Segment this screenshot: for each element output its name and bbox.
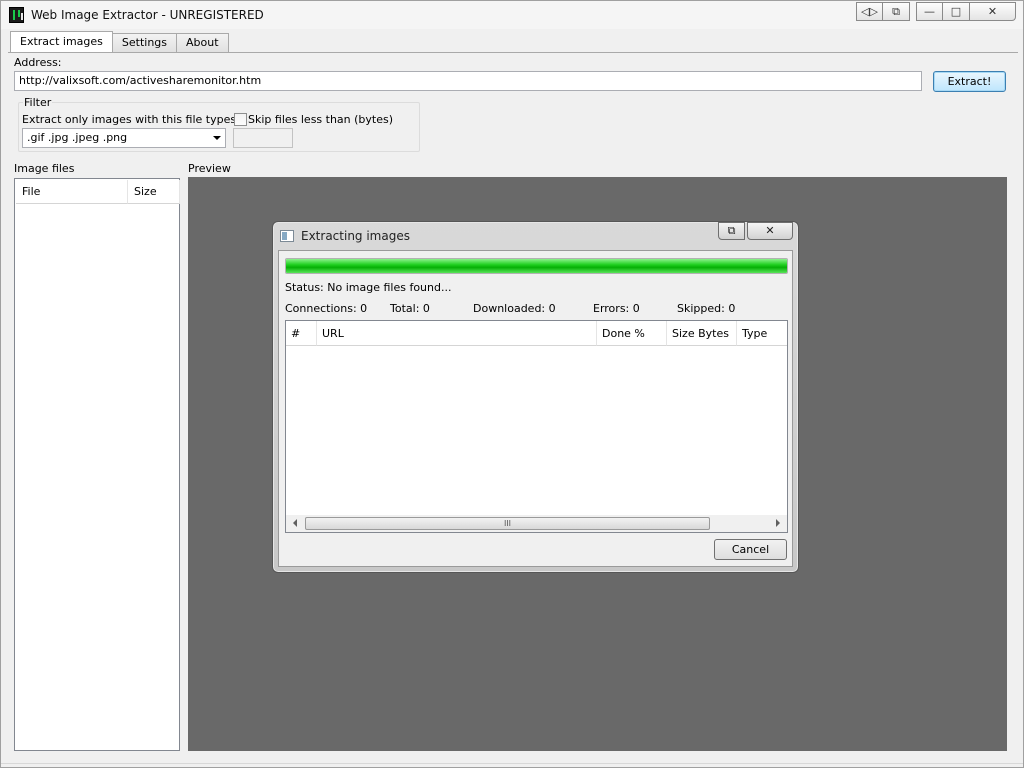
app-logo-icon xyxy=(9,7,24,23)
dialog-close-button[interactable]: ✕ xyxy=(747,222,793,240)
stat-skipped: Skipped: 0 xyxy=(677,302,736,315)
horizontal-scrollbar[interactable]: III xyxy=(286,515,787,532)
skip-files-checkbox[interactable] xyxy=(234,113,247,126)
cancel-button[interactable]: Cancel xyxy=(714,539,787,560)
progress-bar xyxy=(285,258,788,274)
filter-legend: Filter xyxy=(23,96,53,109)
restore-dialog-button[interactable]: ⧉ xyxy=(883,2,910,21)
url-list[interactable]: # URL Done % Size Bytes Type III xyxy=(285,320,788,533)
dialog-title: Extracting images xyxy=(301,229,410,243)
title-buttons: ◁▷ ⧉ — □ ✕ xyxy=(856,2,1016,21)
chevron-down-icon xyxy=(213,136,221,140)
image-files-label: Image files xyxy=(14,162,75,175)
title-bar: Web Image Extractor - UNREGISTERED ◁▷ ⧉ … xyxy=(1,1,1023,29)
skip-files-label: Skip files less than (bytes) xyxy=(248,113,394,126)
column-size[interactable]: Size xyxy=(128,180,180,204)
column-url[interactable]: URL xyxy=(317,321,597,346)
progress-fill xyxy=(286,259,787,273)
dialog-body: Status: No image files found... Connecti… xyxy=(278,250,793,567)
maximize-button[interactable]: □ xyxy=(943,2,970,21)
stat-total: Total: 0 xyxy=(390,302,430,315)
tab-settings[interactable]: Settings xyxy=(111,33,178,52)
stat-downloaded: Downloaded: 0 xyxy=(473,302,556,315)
column-index[interactable]: # xyxy=(286,321,317,346)
close-button[interactable]: ✕ xyxy=(970,2,1016,21)
stat-connections: Connections: 0 xyxy=(285,302,368,315)
scroll-thumb[interactable]: III xyxy=(305,517,710,530)
dialog-window-icon xyxy=(280,230,294,242)
file-types-label: Extract only images with this file types xyxy=(22,113,237,126)
window-title: Web Image Extractor - UNREGISTERED xyxy=(31,8,264,22)
scroll-right-icon[interactable] xyxy=(776,519,780,527)
minimize-button[interactable]: — xyxy=(916,2,943,21)
tab-panel-border xyxy=(8,52,1018,54)
image-files-list[interactable]: File Size xyxy=(14,178,180,751)
file-types-value: .gif .jpg .jpeg .png xyxy=(27,131,128,144)
extract-button[interactable]: Extract! xyxy=(933,71,1006,92)
column-file[interactable]: File xyxy=(16,180,128,204)
skip-bytes-input[interactable] xyxy=(233,128,293,148)
dialog-restore-button[interactable]: ⧉ xyxy=(718,222,745,240)
status-edge xyxy=(1,763,1023,767)
dialog-title-buttons: ⧉ ✕ xyxy=(718,222,793,240)
preview-label: Preview xyxy=(188,162,231,175)
tab-extract-images[interactable]: Extract images xyxy=(10,31,113,52)
status-text: Status: No image files found... xyxy=(285,281,452,294)
switch-view-button[interactable]: ◁▷ xyxy=(856,2,883,21)
stat-errors: Errors: 0 xyxy=(593,302,640,315)
column-type[interactable]: Type xyxy=(737,321,787,346)
image-files-header: File Size xyxy=(16,180,180,204)
url-list-header: # URL Done % Size Bytes Type xyxy=(286,321,787,346)
tab-strip: Extract images Settings About xyxy=(10,31,229,52)
address-label: Address: xyxy=(14,56,62,69)
extracting-dialog: Extracting images ⧉ ✕ Status: No image f… xyxy=(272,221,799,573)
column-size-bytes[interactable]: Size Bytes xyxy=(667,321,737,346)
tab-about[interactable]: About xyxy=(176,33,229,52)
scroll-left-icon[interactable] xyxy=(293,519,297,527)
address-input[interactable]: http://valixsoft.com/activesharemonitor.… xyxy=(14,71,922,91)
column-done[interactable]: Done % xyxy=(597,321,667,346)
file-types-select[interactable]: .gif .jpg .jpeg .png xyxy=(22,128,226,148)
